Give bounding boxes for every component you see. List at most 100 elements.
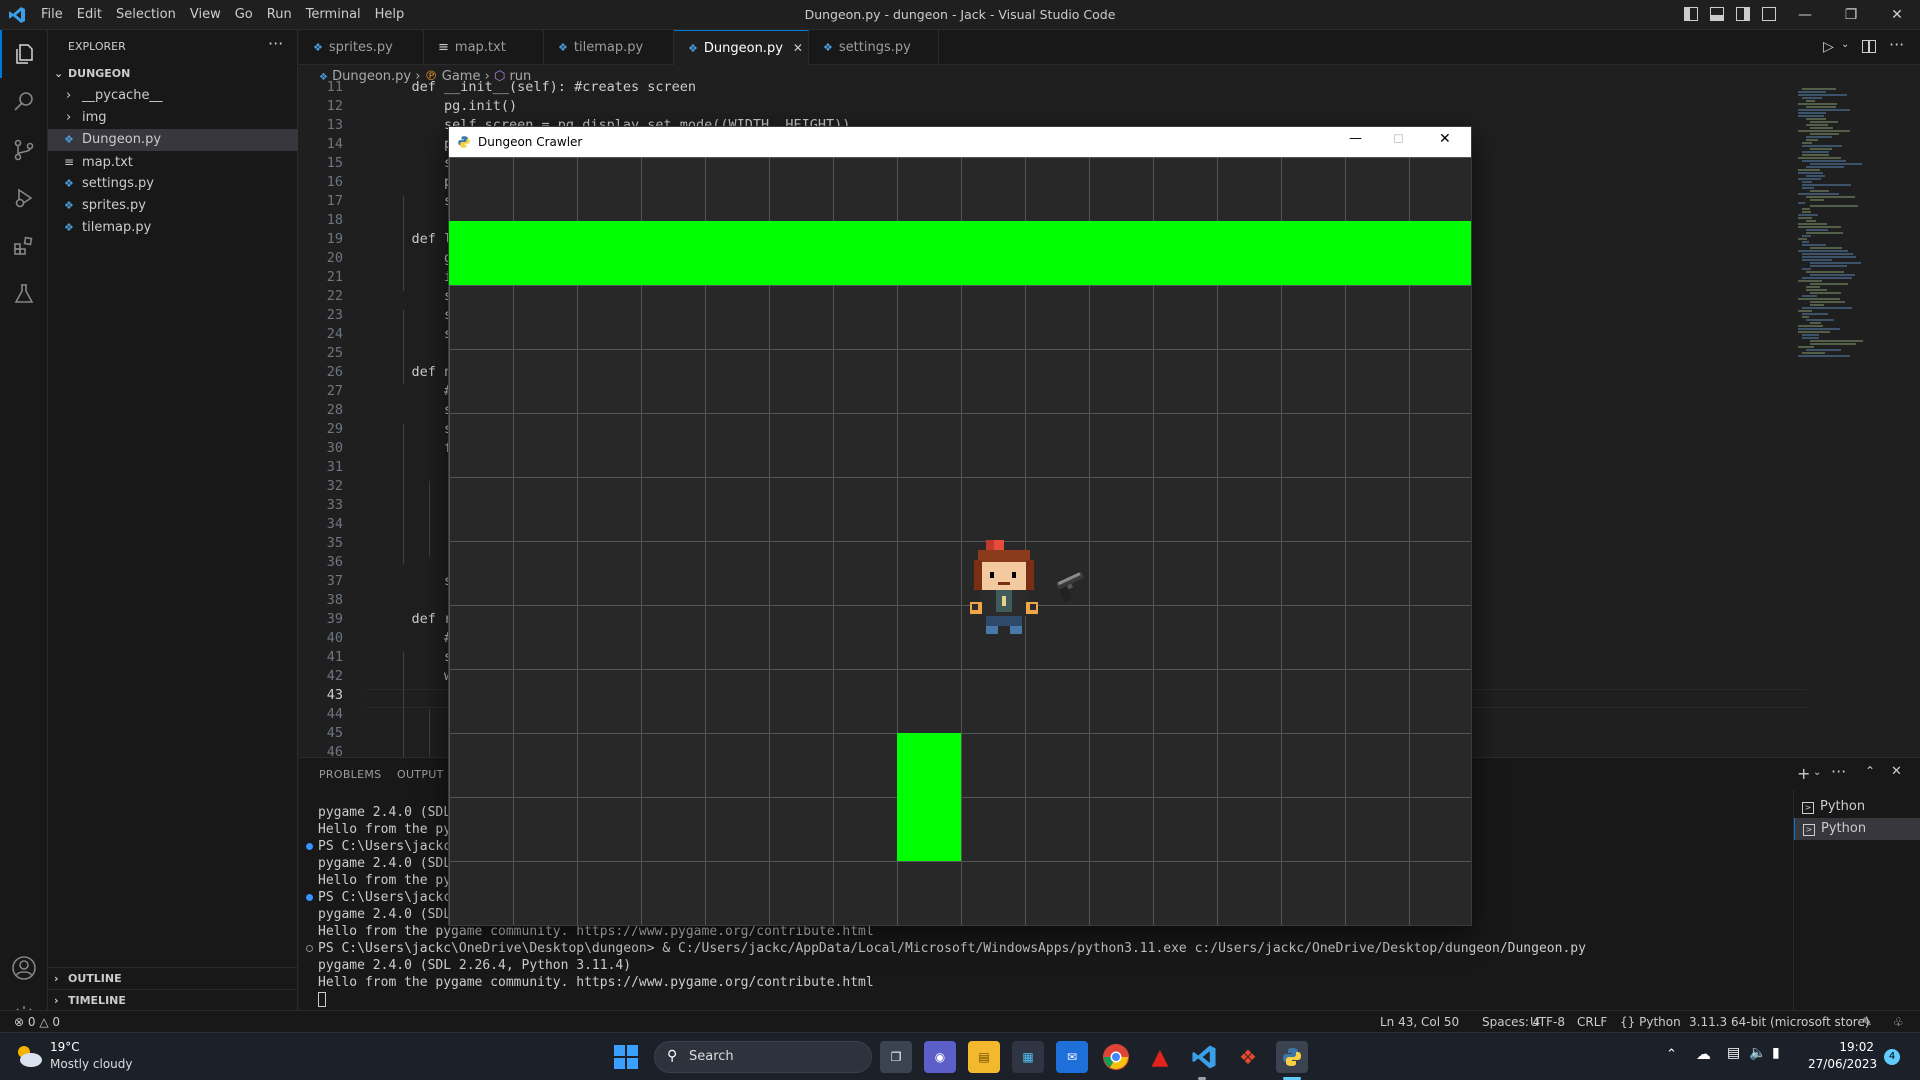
accounts-icon[interactable]	[0, 944, 48, 992]
tree-item-sprites-py[interactable]: ❖ sprites.py	[48, 195, 298, 217]
game-minimize-icon[interactable]: —	[1349, 131, 1362, 146]
close-icon[interactable]: ✕	[1874, 0, 1920, 30]
run-debug-icon[interactable]	[0, 174, 48, 222]
tab-output[interactable]: OUTPUT	[397, 768, 444, 781]
maximize-panel-icon[interactable]: ⌃	[1865, 764, 1875, 778]
minimap-line	[1810, 304, 1824, 306]
tab-map-txt[interactable]: ≡ map.txt	[424, 30, 544, 65]
task-view-icon[interactable]: ❐	[880, 1041, 912, 1073]
menu-go[interactable]: Go	[228, 0, 260, 30]
taskbar-search[interactable]: ⚲ Search	[654, 1041, 872, 1073]
run-file-icon[interactable]: ▷	[1823, 39, 1834, 55]
tab-dungeon-py[interactable]: ❖ Dungeon.py ✕	[674, 30, 809, 65]
python-pygame-icon[interactable]	[1276, 1041, 1308, 1073]
explorer-icon[interactable]	[0, 30, 48, 78]
microsoft-store-icon[interactable]: ▦	[1012, 1041, 1044, 1073]
tab-settings-py[interactable]: ❖ settings.py	[809, 30, 939, 65]
menu-run[interactable]: Run	[260, 0, 299, 30]
new-terminal-icon[interactable]: +	[1797, 764, 1810, 783]
tree-item-map-txt[interactable]: ≡ map.txt	[48, 151, 298, 173]
game-close-icon[interactable]: ✕	[1439, 131, 1451, 147]
close-panel-icon[interactable]: ✕	[1891, 764, 1902, 779]
testing-icon[interactable]	[0, 270, 48, 318]
file-explorer-icon[interactable]: ▤	[968, 1041, 1000, 1073]
game-title-bar[interactable]: Dungeon Crawler — ◻ ✕	[449, 127, 1471, 157]
cursor-position[interactable]: Ln 43, Col 50	[1380, 1011, 1459, 1033]
command-decoration-icon[interactable]	[306, 894, 313, 901]
teams-chat-icon[interactable]: ◉	[924, 1041, 956, 1073]
more-actions-icon[interactable]: ···	[1889, 35, 1904, 54]
minimize-icon[interactable]: —	[1782, 0, 1828, 30]
terminal-list-item[interactable]: > Python	[1802, 796, 1920, 818]
tree-root-dungeon[interactable]: ⌄ DUNGEON	[48, 63, 298, 85]
python-icon: ❖	[688, 42, 698, 55]
windows-start-icon[interactable]	[614, 1045, 638, 1069]
command-decoration-icon[interactable]	[306, 843, 313, 850]
mail-icon[interactable]: ✉	[1056, 1041, 1088, 1073]
problems-status[interactable]: ⊗ 0 △ 0	[14, 1011, 60, 1033]
game-maximize-icon[interactable]: ◻	[1393, 131, 1404, 146]
terminal-icon: >	[1802, 802, 1814, 814]
tree-item-tilemap-py[interactable]: ❖ tilemap.py	[48, 217, 298, 239]
tree-item-settings-py[interactable]: ❖ settings.py	[48, 173, 298, 195]
outline-section[interactable]: › OUTLINE	[48, 967, 298, 989]
vscode-taskbar-icon[interactable]	[1188, 1041, 1220, 1073]
menu-terminal[interactable]: Terminal	[299, 0, 368, 30]
minimap[interactable]	[1790, 88, 1910, 358]
python-interpreter[interactable]: 3.11.3 64-bit (microsoft store)	[1689, 1011, 1870, 1033]
tab-label: settings.py	[838, 40, 911, 55]
chevron-down-icon[interactable]: ⌄	[1813, 767, 1821, 778]
tab-sprites-py[interactable]: ❖ sprites.py	[299, 30, 424, 65]
source-control-icon[interactable]	[0, 126, 48, 174]
tab-close-icon[interactable]: ✕	[793, 41, 803, 55]
network-icon[interactable]: ▤	[1727, 1045, 1740, 1061]
minimap-line	[1798, 157, 1841, 159]
notification-badge[interactable]: 4	[1884, 1049, 1900, 1065]
game-canvas[interactable]	[449, 157, 1471, 925]
terminal-list-item[interactable]: > Python	[1794, 818, 1920, 840]
battery-icon[interactable]: ▮	[1772, 1045, 1780, 1061]
command-decoration-icon[interactable]	[306, 945, 313, 952]
clock-time[interactable]: 19:02	[1834, 1040, 1874, 1054]
git-client-icon[interactable]: ❖	[1232, 1041, 1264, 1073]
onedrive-cloud-icon[interactable]: ☁	[1696, 1045, 1711, 1063]
show-hidden-icons-icon[interactable]: ⌃	[1666, 1047, 1677, 1062]
tab-problems[interactable]: PROBLEMS	[319, 768, 381, 781]
minimap-line	[1810, 247, 1842, 249]
clock-date[interactable]: 27/06/2023	[1808, 1057, 1877, 1071]
timeline-section[interactable]: › TIMELINE	[48, 989, 298, 1011]
encoding[interactable]: UTF-8	[1530, 1011, 1565, 1033]
weather-temp[interactable]: 19°C	[50, 1040, 80, 1054]
language-mode[interactable]: {} Python	[1620, 1011, 1681, 1033]
more-actions-icon[interactable]: ···	[1831, 762, 1846, 781]
notifications-bell-icon[interactable]: ♧	[1893, 1011, 1904, 1033]
menu-view[interactable]: View	[183, 0, 228, 30]
python-icon: ❖	[823, 41, 833, 54]
restore-icon[interactable]: ❐	[1828, 0, 1874, 30]
acrobat-icon[interactable]: ▲	[1144, 1041, 1176, 1073]
toggle-sidebar-icon[interactable]	[1684, 7, 1698, 21]
tree-item-dungeon-py[interactable]: ❖ Dungeon.py	[48, 129, 298, 151]
tree-item-img[interactable]: › img	[48, 107, 298, 129]
toggle-secondary-sidebar-icon[interactable]	[1736, 7, 1750, 21]
menu-selection[interactable]: Selection	[109, 0, 183, 30]
weather-desc[interactable]: Mostly cloudy	[50, 1057, 133, 1071]
game-window[interactable]: Dungeon Crawler — ◻ ✕	[448, 126, 1472, 926]
split-editor-icon[interactable]	[1862, 40, 1876, 53]
customize-layout-icon[interactable]	[1762, 7, 1776, 21]
menu-file[interactable]: File	[34, 0, 70, 30]
run-dropdown-icon[interactable]: ⌄	[1841, 39, 1849, 50]
toggle-panel-icon[interactable]	[1710, 7, 1724, 21]
tab-tilemap-py[interactable]: ❖ tilemap.py	[544, 30, 674, 65]
volume-icon[interactable]: 🔈	[1749, 1045, 1766, 1061]
menu-help[interactable]: Help	[368, 0, 412, 30]
tree-item-pycache[interactable]: › __pycache__	[48, 85, 298, 107]
line-ending[interactable]: CRLF	[1577, 1011, 1607, 1033]
chrome-icon[interactable]	[1100, 1041, 1132, 1073]
python-icon: ❖	[313, 41, 323, 54]
menu-edit[interactable]: Edit	[70, 0, 109, 30]
feedback-icon[interactable]: ✎	[1862, 1011, 1872, 1033]
search-icon[interactable]	[0, 78, 48, 126]
extensions-icon[interactable]	[0, 222, 48, 270]
more-actions-icon[interactable]: ···	[268, 34, 283, 53]
